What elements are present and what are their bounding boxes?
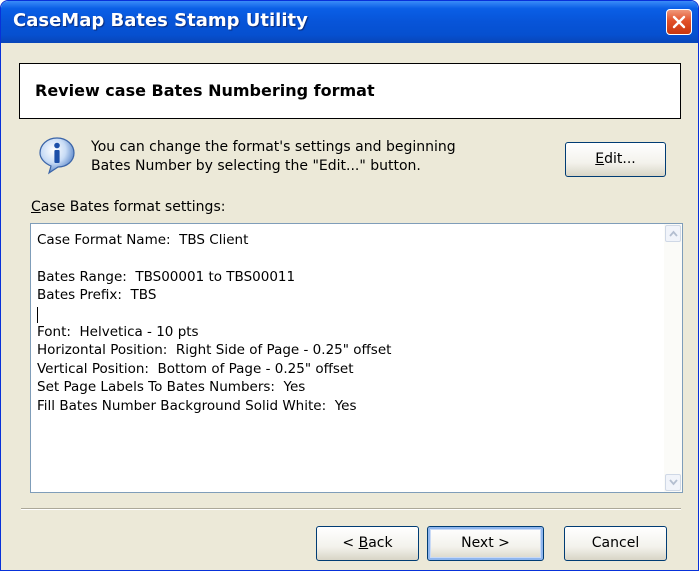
vertical-scrollbar[interactable] [664, 224, 682, 492]
chevron-up-icon [669, 230, 678, 237]
close-button[interactable] [666, 9, 692, 35]
info-text-line-1: You can change the format's settings and… [91, 139, 456, 155]
settings-line: Case Format Name: TBS Client [37, 232, 249, 248]
page-title: Review case Bates Numbering format [35, 81, 375, 100]
window-title: CaseMap Bates Stamp Utility [13, 10, 308, 31]
title-bar[interactable]: CaseMap Bates Stamp Utility [1, 1, 698, 43]
header-panel: Review case Bates Numbering format [19, 63, 681, 119]
close-icon [672, 15, 686, 29]
settings-line: Set Page Labels To Bates Numbers: Yes [37, 379, 306, 396]
chevron-down-icon [669, 479, 678, 486]
back-accel: B [358, 535, 369, 551]
settings-text: Case Format Name: TBS Client Bates Range… [37, 231, 391, 415]
edit-button[interactable]: Edit... [565, 142, 666, 177]
settings-label: Case Bates format settings: [31, 199, 225, 215]
back-button[interactable]: < Back [316, 526, 419, 561]
info-text-line-2: Bates Number by selecting the "Edit..." … [91, 158, 421, 174]
info-icon [39, 137, 75, 175]
settings-line: Vertical Position: Bottom of Page - 0.25… [37, 360, 354, 377]
settings-label-accel: C [31, 199, 41, 215]
next-button[interactable]: Next > [427, 526, 544, 561]
back-prefix: < [342, 535, 359, 551]
settings-line: Horizontal Position: Right Side of Page … [37, 342, 392, 359]
settings-label-text: ase Bates format settings: [40, 199, 226, 215]
settings-textbox[interactable]: Case Format Name: TBS Client Bates Range… [30, 223, 683, 493]
scroll-down-button[interactable] [665, 474, 681, 491]
settings-line: Bates Prefix: TBS [37, 287, 157, 304]
settings-line: Font: Helvetica - 10 pts [37, 323, 199, 340]
cancel-label: Cancel [591, 535, 640, 551]
edit-accel: E [595, 151, 605, 167]
cancel-button[interactable]: Cancel [564, 526, 667, 561]
scroll-up-button[interactable] [665, 225, 681, 242]
next-label: Next > [461, 535, 510, 551]
footer-divider [21, 508, 681, 510]
settings-line [37, 305, 391, 323]
edit-label: dit... [604, 151, 636, 167]
settings-line: Bates Range: TBS00001 to TBS00011 [37, 268, 296, 285]
text-caret [37, 307, 38, 323]
back-label: ack [368, 535, 393, 551]
dialog-window: CaseMap Bates Stamp Utility Review case … [0, 0, 699, 571]
settings-line [37, 249, 391, 267]
settings-line: Fill Bates Number Background Solid White… [37, 397, 357, 414]
